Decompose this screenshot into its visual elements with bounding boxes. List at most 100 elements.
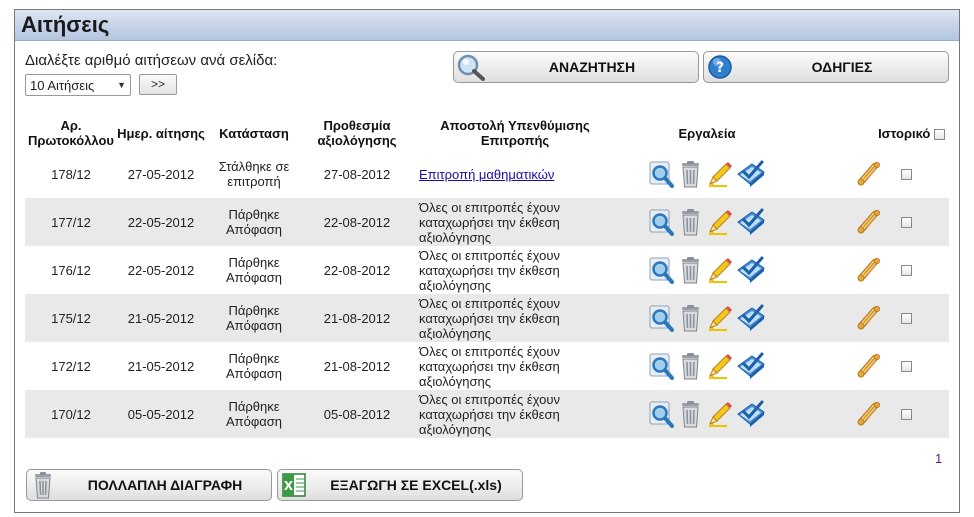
help-icon: ? <box>706 53 736 81</box>
trash-icon[interactable] <box>678 160 704 188</box>
trash-icon[interactable] <box>678 208 704 236</box>
view-magnifier-icon[interactable] <box>649 256 675 284</box>
pencil-icon[interactable] <box>707 256 733 284</box>
pencil-icon[interactable] <box>707 400 733 428</box>
header-protocol[interactable]: Αρ. Πρωτοκόλλου <box>25 116 117 150</box>
scroll-icon[interactable] <box>855 352 883 380</box>
reminder-text: Όλες οι επιτροπές έχουν καταχωρήσει την … <box>419 343 560 389</box>
svg-text:?: ? <box>716 60 724 76</box>
reminder-text: Όλες οι επιτροπές έχουν καταχωρήσει την … <box>419 391 560 437</box>
scroll-icon[interactable] <box>855 400 883 428</box>
cell-deadline: 05-08-2012 <box>303 390 411 438</box>
select-all-checkbox[interactable] <box>934 128 945 140</box>
pencil-icon[interactable] <box>707 352 733 380</box>
cell-deadline: 27-08-2012 <box>303 150 411 198</box>
trash-icon[interactable] <box>678 256 704 284</box>
row-checkbox[interactable] <box>900 360 912 372</box>
row-checkbox[interactable] <box>900 408 912 420</box>
row-checkbox[interactable] <box>900 264 912 276</box>
multi-delete-label: ΠΟΛΛΑΠΛΗ ΔΙΑΓΡΑΦΗ <box>87 477 243 493</box>
svg-text:X: X <box>284 479 294 493</box>
trash-icon[interactable] <box>678 352 704 380</box>
cell-status: Πάρθηκε Απόφαση <box>205 390 303 438</box>
cell-history <box>795 246 949 294</box>
reminder-text: Όλες οι επιτροπές έχουν καταχωρήσει την … <box>419 247 560 293</box>
header-deadline[interactable]: Προθεσμία αξιολόγησης <box>303 116 411 150</box>
cell-reminder: Όλες οι επιτροπές έχουν καταχωρήσει την … <box>411 198 619 246</box>
trash-icon[interactable] <box>678 400 704 428</box>
checklist-icon[interactable] <box>736 400 766 428</box>
checklist-icon[interactable] <box>736 256 766 284</box>
excel-icon: X <box>280 471 310 499</box>
scroll-icon[interactable] <box>855 304 883 332</box>
view-magnifier-icon[interactable] <box>649 352 675 380</box>
cell-status: Στάλθηκε σε επιτροπή <box>205 150 303 198</box>
header-date[interactable]: Ημερ. αίτησης <box>117 116 205 150</box>
reminder-link[interactable]: Επιτροπή μαθηματικών <box>419 167 554 182</box>
row-checkbox[interactable] <box>900 168 912 180</box>
perpage-go-button[interactable]: >> <box>139 74 177 95</box>
cell-tools <box>619 294 795 342</box>
page-link[interactable]: 1 <box>935 451 942 466</box>
checklist-icon[interactable] <box>736 160 766 188</box>
table-row: 175/12 21-05-2012 Πάρθηκε Απόφαση 21-08-201… <box>25 294 949 342</box>
header-history-label: Ιστορικό <box>878 125 931 141</box>
cell-date: 21-05-2012 <box>117 342 205 390</box>
cell-date: 27-05-2012 <box>117 150 205 198</box>
header-history: Ιστορικό <box>795 116 949 150</box>
table-row: 170/12 05-05-2012 Πάρθηκε Απόφαση 05-08-201… <box>25 390 949 438</box>
cell-protocol: 172/12 <box>25 342 117 390</box>
cell-tools <box>619 150 795 198</box>
search-button[interactable]: ΑΝΑΖΗΤΗΣΗ <box>453 51 699 83</box>
trash-icon <box>29 471 59 499</box>
header-status[interactable]: Κατάσταση <box>205 116 303 150</box>
title-bar: Αιτήσεις <box>15 10 959 41</box>
view-magnifier-icon[interactable] <box>649 400 675 428</box>
row-checkbox[interactable] <box>900 216 912 228</box>
reminder-text: Όλες οι επιτροπές έχουν καταχωρήσει την … <box>419 199 560 245</box>
cell-deadline: 22-08-2012 <box>303 246 411 294</box>
checklist-icon[interactable] <box>736 208 766 236</box>
perpage-select[interactable]: 10 Αιτήσεις ▼ <box>25 74 131 96</box>
scroll-icon[interactable] <box>855 160 883 188</box>
view-magnifier-icon[interactable] <box>649 304 675 332</box>
scroll-icon[interactable] <box>855 256 883 284</box>
export-excel-label: ΕΞΑΓΩΓΗ ΣΕ EXCEL(.xls) <box>330 477 502 493</box>
view-magnifier-icon[interactable] <box>649 160 675 188</box>
export-excel-button[interactable]: X ΕΞΑΓΩΓΗ ΣΕ EXCEL(.xls) <box>277 469 523 501</box>
cell-status: Πάρθηκε Απόφαση <box>205 198 303 246</box>
cell-tools <box>619 342 795 390</box>
cell-reminder: Όλες οι επιτροπές έχουν καταχωρήσει την … <box>411 294 619 342</box>
pencil-icon[interactable] <box>707 304 733 332</box>
help-button[interactable]: ? ΟΔΗΓΙΕΣ <box>703 51 949 83</box>
row-checkbox[interactable] <box>900 312 912 324</box>
trash-icon[interactable] <box>678 304 704 332</box>
pencil-icon[interactable] <box>707 160 733 188</box>
perpage-selected-value: 10 Αιτήσεις <box>30 77 95 93</box>
multi-delete-button[interactable]: ΠΟΛΛΑΠΛΗ ΔΙΑΓΡΑΦΗ <box>26 469 272 501</box>
chevron-down-icon: ▼ <box>117 80 126 90</box>
cell-status: Πάρθηκε Απόφαση <box>205 342 303 390</box>
cell-deadline: 21-08-2012 <box>303 294 411 342</box>
checklist-icon[interactable] <box>736 352 766 380</box>
cell-history <box>795 390 949 438</box>
cell-protocol: 170/12 <box>25 390 117 438</box>
table-row: 176/12 22-05-2012 Πάρθηκε Απόφαση 22-08-201… <box>25 246 949 294</box>
cell-protocol: 175/12 <box>25 294 117 342</box>
requests-panel: Αιτήσεις Διαλέξτε αριθμό αιτήσεων ανά σε… <box>14 9 960 513</box>
view-magnifier-icon[interactable] <box>649 208 675 236</box>
table-body: 178/12 27-05-2012 Στάλθηκε σε επιτροπή 27-0… <box>25 150 949 438</box>
perpage-label: Διαλέξτε αριθμό αιτήσεων ανά σελίδα: <box>25 52 278 69</box>
table-row: 178/12 27-05-2012 Στάλθηκε σε επιτροπή 27-0… <box>25 150 949 198</box>
table-row: 172/12 21-05-2012 Πάρθηκε Απόφαση 21-08-201… <box>25 342 949 390</box>
pencil-icon[interactable] <box>707 208 733 236</box>
cell-history <box>795 150 949 198</box>
cell-deadline: 22-08-2012 <box>303 198 411 246</box>
cell-history <box>795 342 949 390</box>
cell-tools <box>619 390 795 438</box>
table-header-row: Αρ. Πρωτοκόλλου Ημερ. αίτησης Κατάσταση … <box>25 116 949 150</box>
cell-status: Πάρθηκε Απόφαση <box>205 246 303 294</box>
scroll-icon[interactable] <box>855 208 883 236</box>
checklist-icon[interactable] <box>736 304 766 332</box>
cell-date: 05-05-2012 <box>117 390 205 438</box>
